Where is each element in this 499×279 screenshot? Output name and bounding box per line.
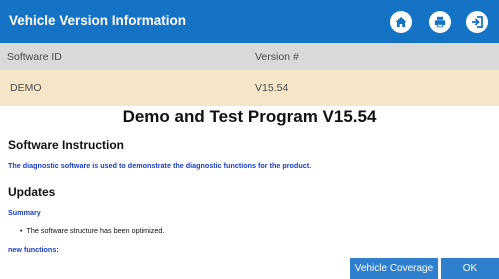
list-item: • The software structure has been optimi… [20,226,165,235]
version-cell: V15.54 [255,82,289,94]
table-header-row: Software ID Version # [0,43,499,70]
software-instruction-text: The diagnostic software is used to demon… [8,161,312,170]
table-row[interactable]: DEMO V15.54 [0,70,499,106]
software-id-cell: DEMO [10,82,42,94]
exit-icon[interactable] [466,11,488,33]
header-software-id: Software ID [7,51,62,63]
summary-label: Summary [8,208,41,217]
print-icon[interactable] [429,11,451,33]
update-bullet-text: The software structure has been optimize… [26,226,165,235]
software-instruction-heading: Software Instruction [8,138,125,152]
window-title: Vehicle Version Information [9,13,187,28]
updates-heading: Updates [8,185,56,199]
ok-button[interactable]: OK [441,258,499,279]
new-functions-label: new functions: [8,245,59,254]
header-version: Version # [255,51,299,63]
program-title: Demo and Test Program V15.54 [122,107,377,126]
title-bar: Vehicle Version Information [0,0,499,43]
home-icon[interactable] [390,11,412,33]
vehicle-coverage-button[interactable]: Vehicle Coverage [350,258,438,279]
